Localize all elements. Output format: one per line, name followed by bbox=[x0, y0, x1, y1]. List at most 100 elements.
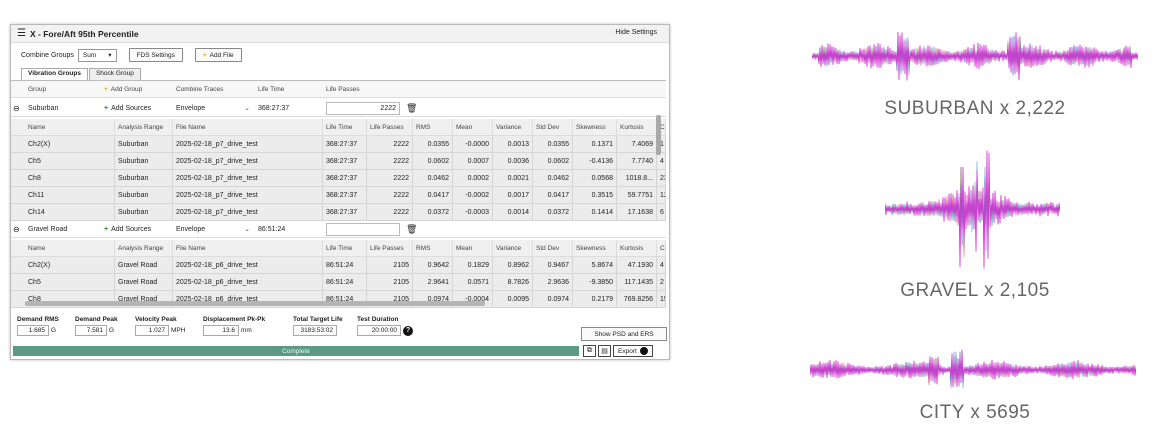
collapse-icon[interactable]: ⊖ bbox=[13, 225, 20, 234]
column-header: Life Passes bbox=[367, 240, 413, 256]
metric-3: Displacement Pk-Pk 13.6 mm bbox=[203, 316, 265, 336]
table-row[interactable]: Ch5 Gravel Road 2025-02-18_p6_drive_test 86… bbox=[11, 274, 666, 291]
table-cell: 0.1414 bbox=[573, 204, 617, 220]
table-cell: 368:27:37 bbox=[323, 204, 367, 220]
table-cell: 2105 bbox=[367, 274, 413, 290]
group-name: Gravel Road bbox=[28, 225, 68, 233]
table-cell: 0.1371 bbox=[573, 136, 617, 152]
add-sources-button[interactable]: + Add Sources bbox=[101, 100, 171, 116]
add-sources-button[interactable]: + Add Sources bbox=[101, 221, 171, 237]
combine-groups-value: Sum bbox=[82, 51, 97, 59]
table-cell: 368:27:37 bbox=[323, 153, 367, 169]
vertical-scrollbar[interactable] bbox=[656, 115, 661, 155]
add-group-label: Add Group bbox=[110, 85, 143, 93]
table-cell: 23 bbox=[657, 170, 666, 186]
copy-icon[interactable]: ⧉ bbox=[583, 345, 596, 357]
group-header-life-passes: Life Passes bbox=[326, 85, 360, 93]
waveform-trace bbox=[885, 150, 1060, 269]
export-icon bbox=[639, 347, 648, 355]
column-header: Analysis Range bbox=[115, 119, 173, 135]
table-cell: 0.0355 bbox=[533, 136, 573, 152]
table-cell: 2.9636 bbox=[533, 274, 573, 290]
horizontal-scrollbar[interactable] bbox=[25, 301, 485, 306]
group-header-group: Group bbox=[28, 85, 47, 93]
table-cell: 86:51:24 bbox=[323, 257, 367, 273]
add-file-button[interactable]: + Add File bbox=[194, 48, 242, 62]
group-life-time: 368:27:37 bbox=[258, 104, 290, 112]
metric-value: 1.027 bbox=[135, 325, 169, 336]
table-cell: 769.8256 bbox=[617, 291, 657, 307]
table-icon[interactable]: ▤ bbox=[598, 345, 611, 357]
combine-traces-select[interactable]: Envelope ⌄ bbox=[173, 221, 253, 237]
table-cell: Ch11 bbox=[25, 187, 115, 203]
table-cell: 0.0568 bbox=[573, 170, 617, 186]
table-cell: 0.0036 bbox=[493, 153, 533, 169]
table-cell: 2025-02-18_p6_drive_test bbox=[173, 257, 323, 273]
table-row[interactable]: Ch11 Suburban 2025-02-18_p7_drive_test 368:… bbox=[11, 187, 666, 204]
column-header: Skewness bbox=[573, 119, 617, 135]
column-header: Variance bbox=[493, 119, 533, 135]
table-row[interactable]: Ch8 Suburban 2025-02-18_p7_drive_test 368:2… bbox=[11, 170, 666, 187]
table-cell: 2025-02-18_p7_drive_test bbox=[173, 170, 323, 186]
title-bar: ☰ X - Fore/Aft 95th Percentile Hide Sett… bbox=[11, 25, 669, 43]
table-row[interactable]: Ch14 Suburban 2025-02-18_p7_drive_test 368:… bbox=[11, 204, 666, 221]
table-cell: 2025-02-18_p7_drive_test bbox=[173, 187, 323, 203]
table-cell: 0.9642 bbox=[413, 257, 453, 273]
collapse-icon[interactable]: ⊖ bbox=[13, 104, 20, 113]
table-cell: 7.4069 bbox=[617, 136, 657, 152]
progress-bar: Complete bbox=[13, 346, 579, 356]
export-button[interactable]: Export bbox=[613, 345, 653, 357]
fds-settings-button[interactable]: FDS Settings bbox=[128, 48, 183, 62]
show-psd-ers-button[interactable]: Show PSD and ERS bbox=[581, 327, 667, 341]
export-label: Export bbox=[618, 347, 637, 355]
group-row: ⊖ Gravel Road + Add Sources Envelope ⌄ 86:51:2… bbox=[11, 221, 666, 238]
combine-groups-select[interactable]: Sum ▾ bbox=[77, 48, 117, 62]
table-cell: 2025-02-18_p7_drive_test bbox=[173, 153, 323, 169]
table-cell: 0.0007 bbox=[453, 153, 493, 169]
city-waveform-label: CITY x 5695 bbox=[919, 402, 1031, 423]
column-header: Life Passes bbox=[367, 119, 413, 135]
add-sources-label: Add Sources bbox=[111, 104, 152, 112]
column-header: File Name bbox=[173, 240, 323, 256]
table-cell: 0.0372 bbox=[413, 204, 453, 220]
column-header: Kurtosis bbox=[617, 240, 657, 256]
metric-label: Demand RMS bbox=[17, 316, 59, 323]
trash-icon[interactable]: 🗑 bbox=[403, 100, 417, 116]
tab-vibration-groups[interactable]: Vibration Groups bbox=[21, 68, 88, 80]
column-header: Mean bbox=[453, 119, 493, 135]
group-life-passes-input[interactable]: 2222 bbox=[323, 100, 403, 116]
table-cell: 86:51:24 bbox=[323, 274, 367, 290]
table-cell: Ch2(X) bbox=[25, 257, 115, 273]
metric-label: Velocity Peak bbox=[135, 316, 177, 323]
table-cell: 15 bbox=[657, 291, 666, 307]
combine-traces-select[interactable]: Envelope ⌄ bbox=[173, 100, 253, 116]
table-cell: 0.0017 bbox=[493, 187, 533, 203]
group-life-time: 86:51:24 bbox=[258, 225, 286, 233]
table-row[interactable]: Ch5 Suburban 2025-02-18_p7_drive_test 368:2… bbox=[11, 153, 666, 170]
table-cell: 2222 bbox=[367, 187, 413, 203]
metric-5: Test Duration 20:00:00? bbox=[357, 316, 413, 336]
column-header: Variance bbox=[493, 240, 533, 256]
hide-settings-button[interactable]: Hide Settings bbox=[615, 29, 657, 36]
add-group-button[interactable]: + Add Group bbox=[101, 81, 171, 97]
waveform-trace bbox=[810, 351, 1136, 389]
metric-label: Demand Peak bbox=[75, 316, 118, 323]
help-icon[interactable]: ? bbox=[403, 325, 413, 336]
group-header-life-time: Life Time bbox=[258, 85, 285, 93]
table-row[interactable]: Ch2(X) Gravel Road 2025-02-18_p6_drive_tes… bbox=[11, 257, 666, 274]
group-life-passes-input[interactable] bbox=[323, 221, 403, 237]
trash-icon[interactable]: 🗑 bbox=[403, 221, 417, 237]
table-cell: 2 bbox=[657, 274, 666, 290]
table-row[interactable]: Ch2(X) Suburban 2025-02-18_p7_drive_test 36… bbox=[11, 136, 666, 153]
table-cell: 47.1930 bbox=[617, 257, 657, 273]
metric-value-row: 20:00:00? bbox=[357, 325, 413, 336]
metric-1: Demand Peak 7.581 G bbox=[75, 316, 118, 336]
table-cell: 2222 bbox=[367, 170, 413, 186]
table-cell: -9.3850 bbox=[573, 274, 617, 290]
tab-shock-group[interactable]: Shock Group bbox=[88, 68, 141, 80]
table-cell: 5.8674 bbox=[573, 257, 617, 273]
hamburger-menu-icon[interactable]: ☰ bbox=[17, 28, 26, 39]
suburban-waveform-label: SUBURBAN x 2,222 bbox=[884, 98, 1066, 119]
combine-traces-value: Envelope bbox=[176, 104, 206, 112]
column-header: Skewness bbox=[573, 240, 617, 256]
